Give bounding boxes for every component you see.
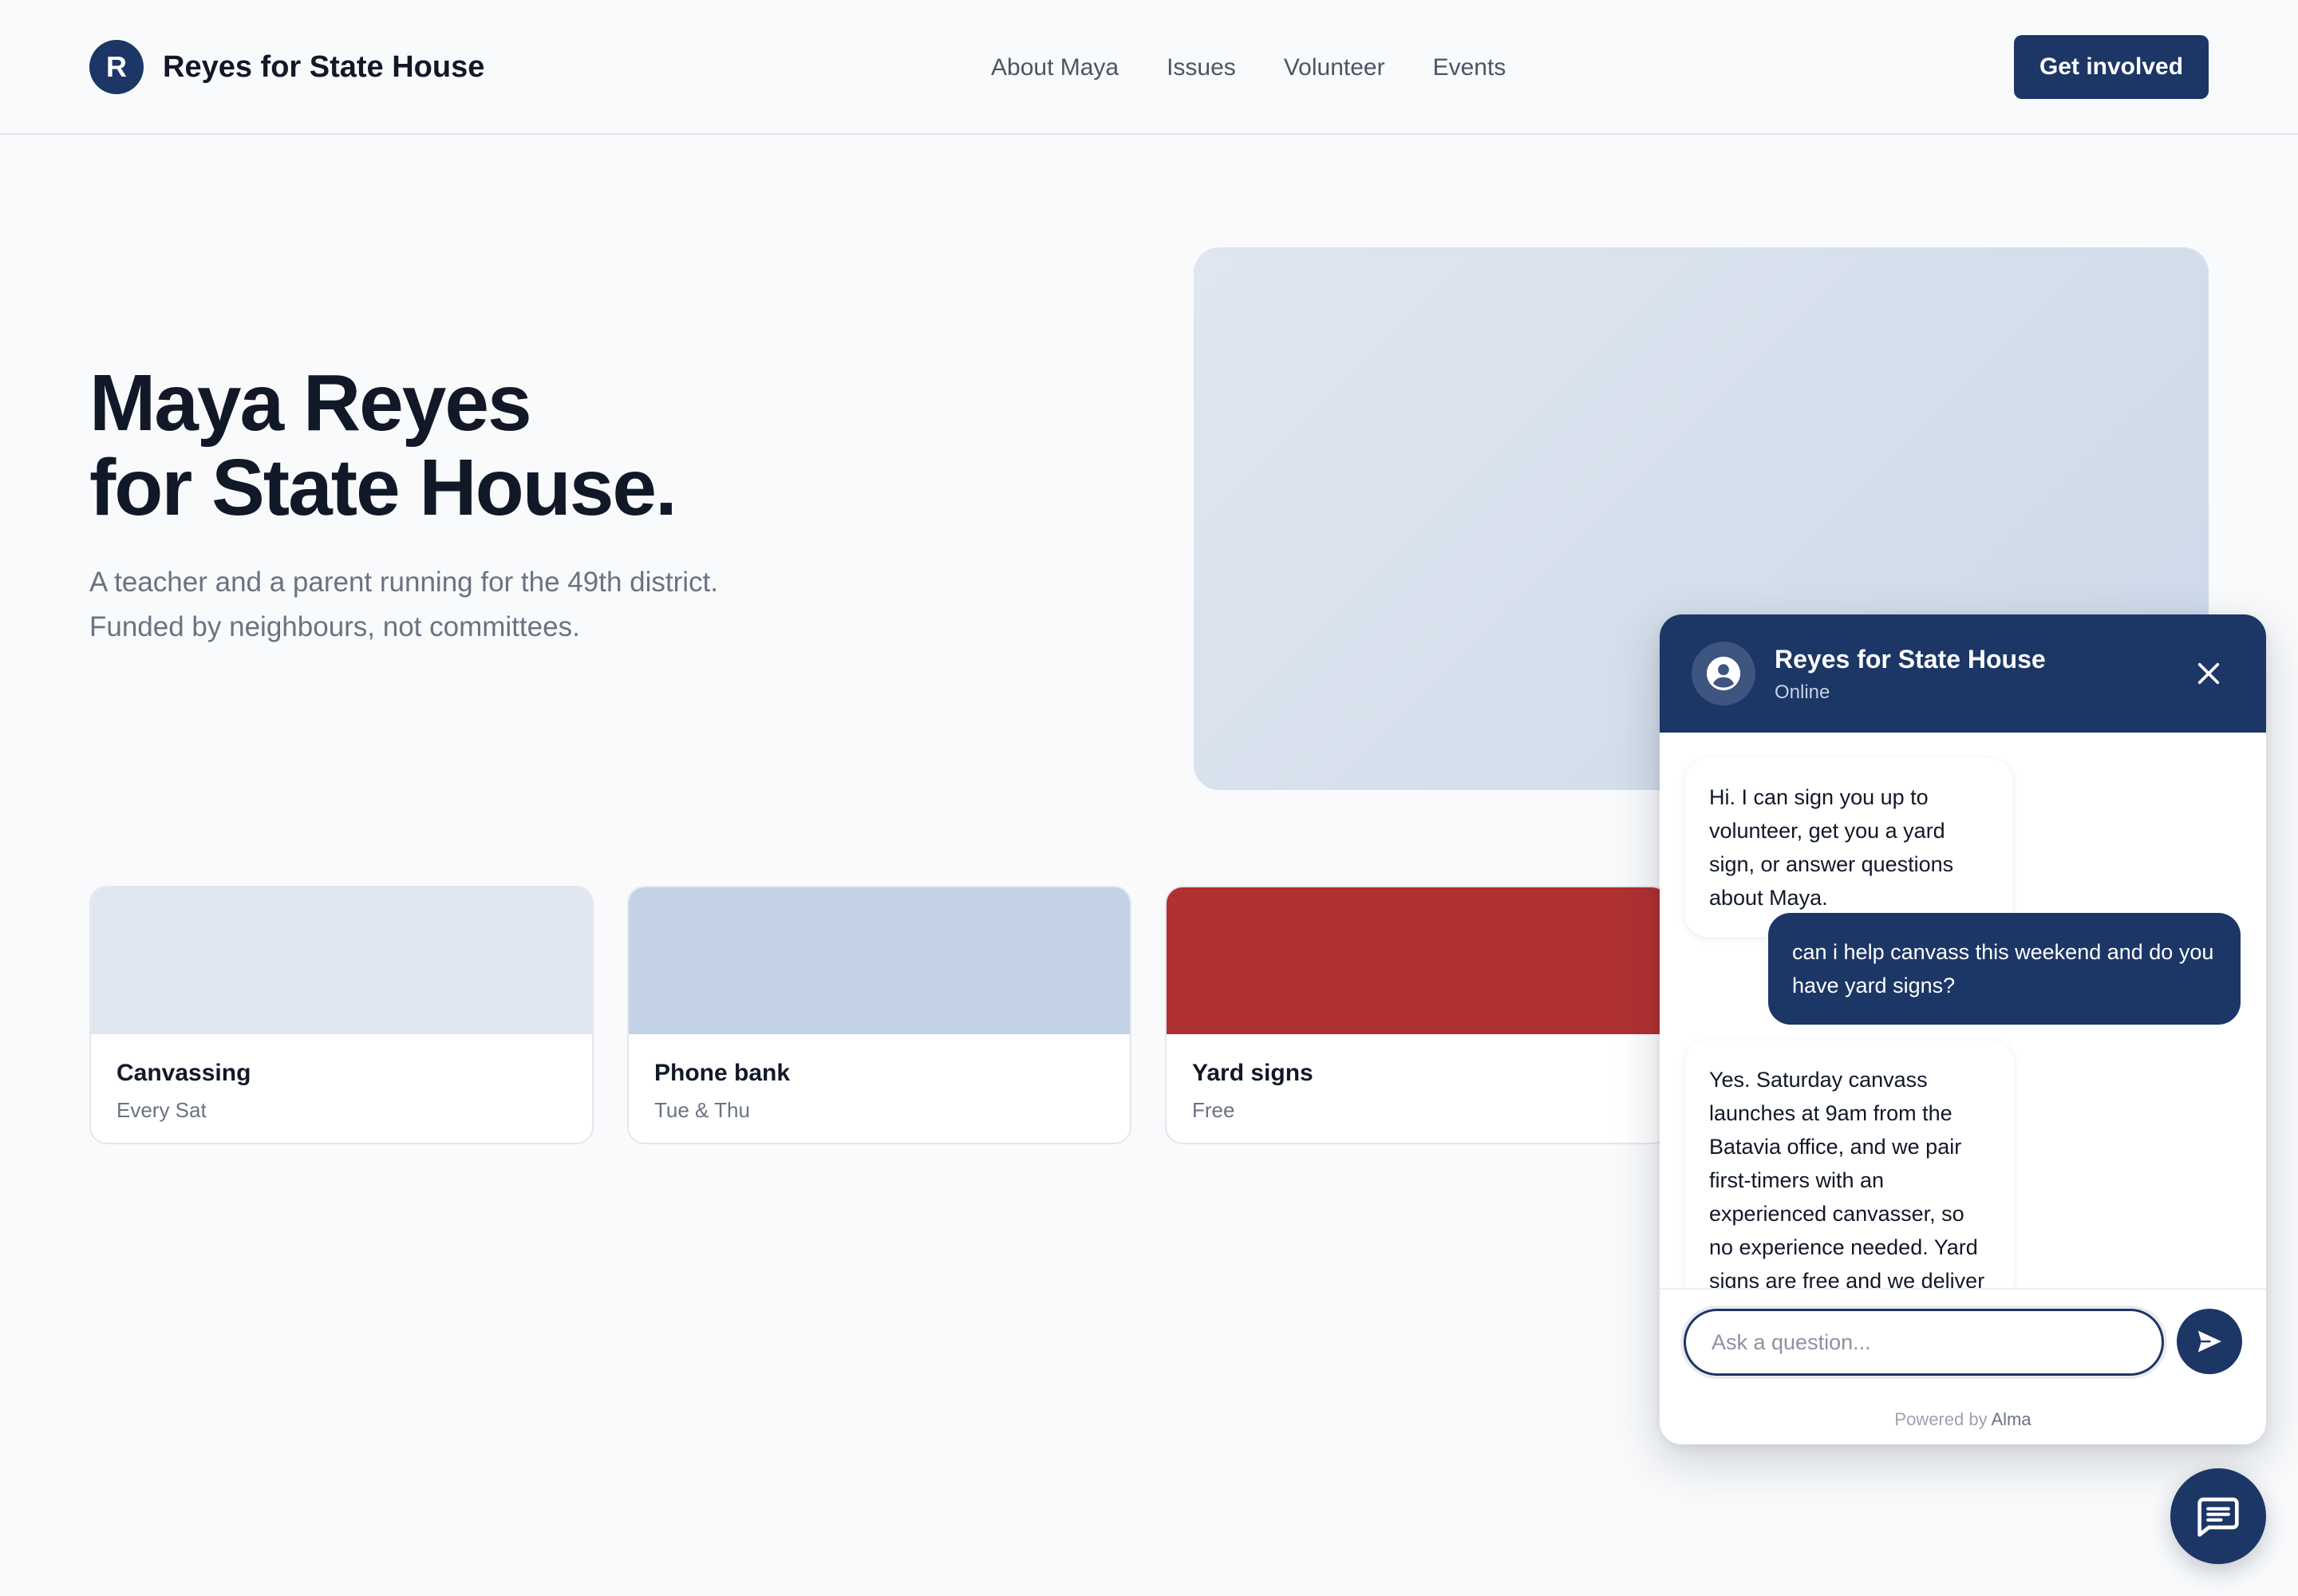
chat-bubble-icon xyxy=(2197,1497,2239,1537)
powered-by: Powered by Alma xyxy=(1660,1409,2266,1430)
close-chat-button[interactable] xyxy=(2185,650,2233,697)
card-meta: Every Sat xyxy=(116,1098,207,1122)
chat-title: Reyes for State House xyxy=(1775,645,2046,674)
chat-launcher-button[interactable] xyxy=(2170,1468,2266,1564)
card-image xyxy=(1167,887,1668,1034)
card-title: Yard signs xyxy=(1192,1060,1313,1086)
get-involved-button[interactable]: Get involved xyxy=(2014,35,2209,99)
bot-message: Hi. I can sign you up to volunteer, get … xyxy=(1685,758,2012,937)
hero-subtitle-line-1: A teacher and a parent running for the 4… xyxy=(89,567,718,598)
chat-status: Online xyxy=(1775,681,1830,703)
nav-link-issues[interactable]: Issues xyxy=(1167,49,1236,86)
hero-subtitle-line-2: Funded by neighbours, not committees. xyxy=(89,611,580,642)
nav-link-events[interactable]: Events xyxy=(1433,49,1506,86)
powered-by-prefix: Powered by xyxy=(1894,1409,1988,1429)
site-name: Reyes for State House xyxy=(163,49,485,84)
chat-widget: Reyes for State House Online Hi. I can s… xyxy=(1660,614,2266,1444)
nav-link-about[interactable]: About Maya xyxy=(991,49,1119,86)
card-title: Canvassing xyxy=(116,1060,251,1086)
chat-footer: Powered by Alma xyxy=(1660,1288,2266,1444)
chat-messages: Hi. I can sign you up to volunteer, get … xyxy=(1660,733,2266,1387)
hero-title: Maya Reyes for State House. xyxy=(89,361,1127,530)
user-circle-icon xyxy=(1692,642,1755,705)
user-message: can i help canvass this weekend and do y… xyxy=(1768,913,2241,1025)
card-image xyxy=(91,887,592,1034)
chat-header: Reyes for State House Online xyxy=(1660,614,2266,733)
card-image xyxy=(629,887,1130,1034)
card-phone-bank[interactable]: Phone bank Tue & Thu xyxy=(627,886,1131,1144)
chat-input[interactable] xyxy=(1684,1309,2164,1376)
card-title: Phone bank xyxy=(654,1060,791,1086)
brand-logo-icon: R xyxy=(89,40,144,94)
card-meta: Free xyxy=(1192,1098,1235,1122)
hero-title-line-1: Maya Reyes xyxy=(89,358,532,448)
hero-title-line-2: for State House. xyxy=(89,443,677,532)
card-meta: Tue & Thu xyxy=(654,1098,750,1122)
hero-subtitle: A teacher and a parent running for the 4… xyxy=(89,560,967,650)
card-yard-signs[interactable]: Yard signs Free xyxy=(1165,886,1669,1144)
card-canvassing[interactable]: Canvassing Every Sat xyxy=(89,886,594,1144)
brand[interactable]: R Reyes for State House xyxy=(89,40,484,94)
powered-by-brand[interactable]: Alma xyxy=(1991,1409,2031,1429)
send-button[interactable] xyxy=(2177,1309,2242,1374)
main-nav: About Maya Issues Volunteer Events xyxy=(991,49,1506,86)
close-icon xyxy=(2197,662,2220,685)
send-icon xyxy=(2197,1330,2221,1353)
site-header: R Reyes for State House About Maya Issue… xyxy=(0,0,2298,135)
nav-link-volunteer[interactable]: Volunteer xyxy=(1284,49,1385,86)
